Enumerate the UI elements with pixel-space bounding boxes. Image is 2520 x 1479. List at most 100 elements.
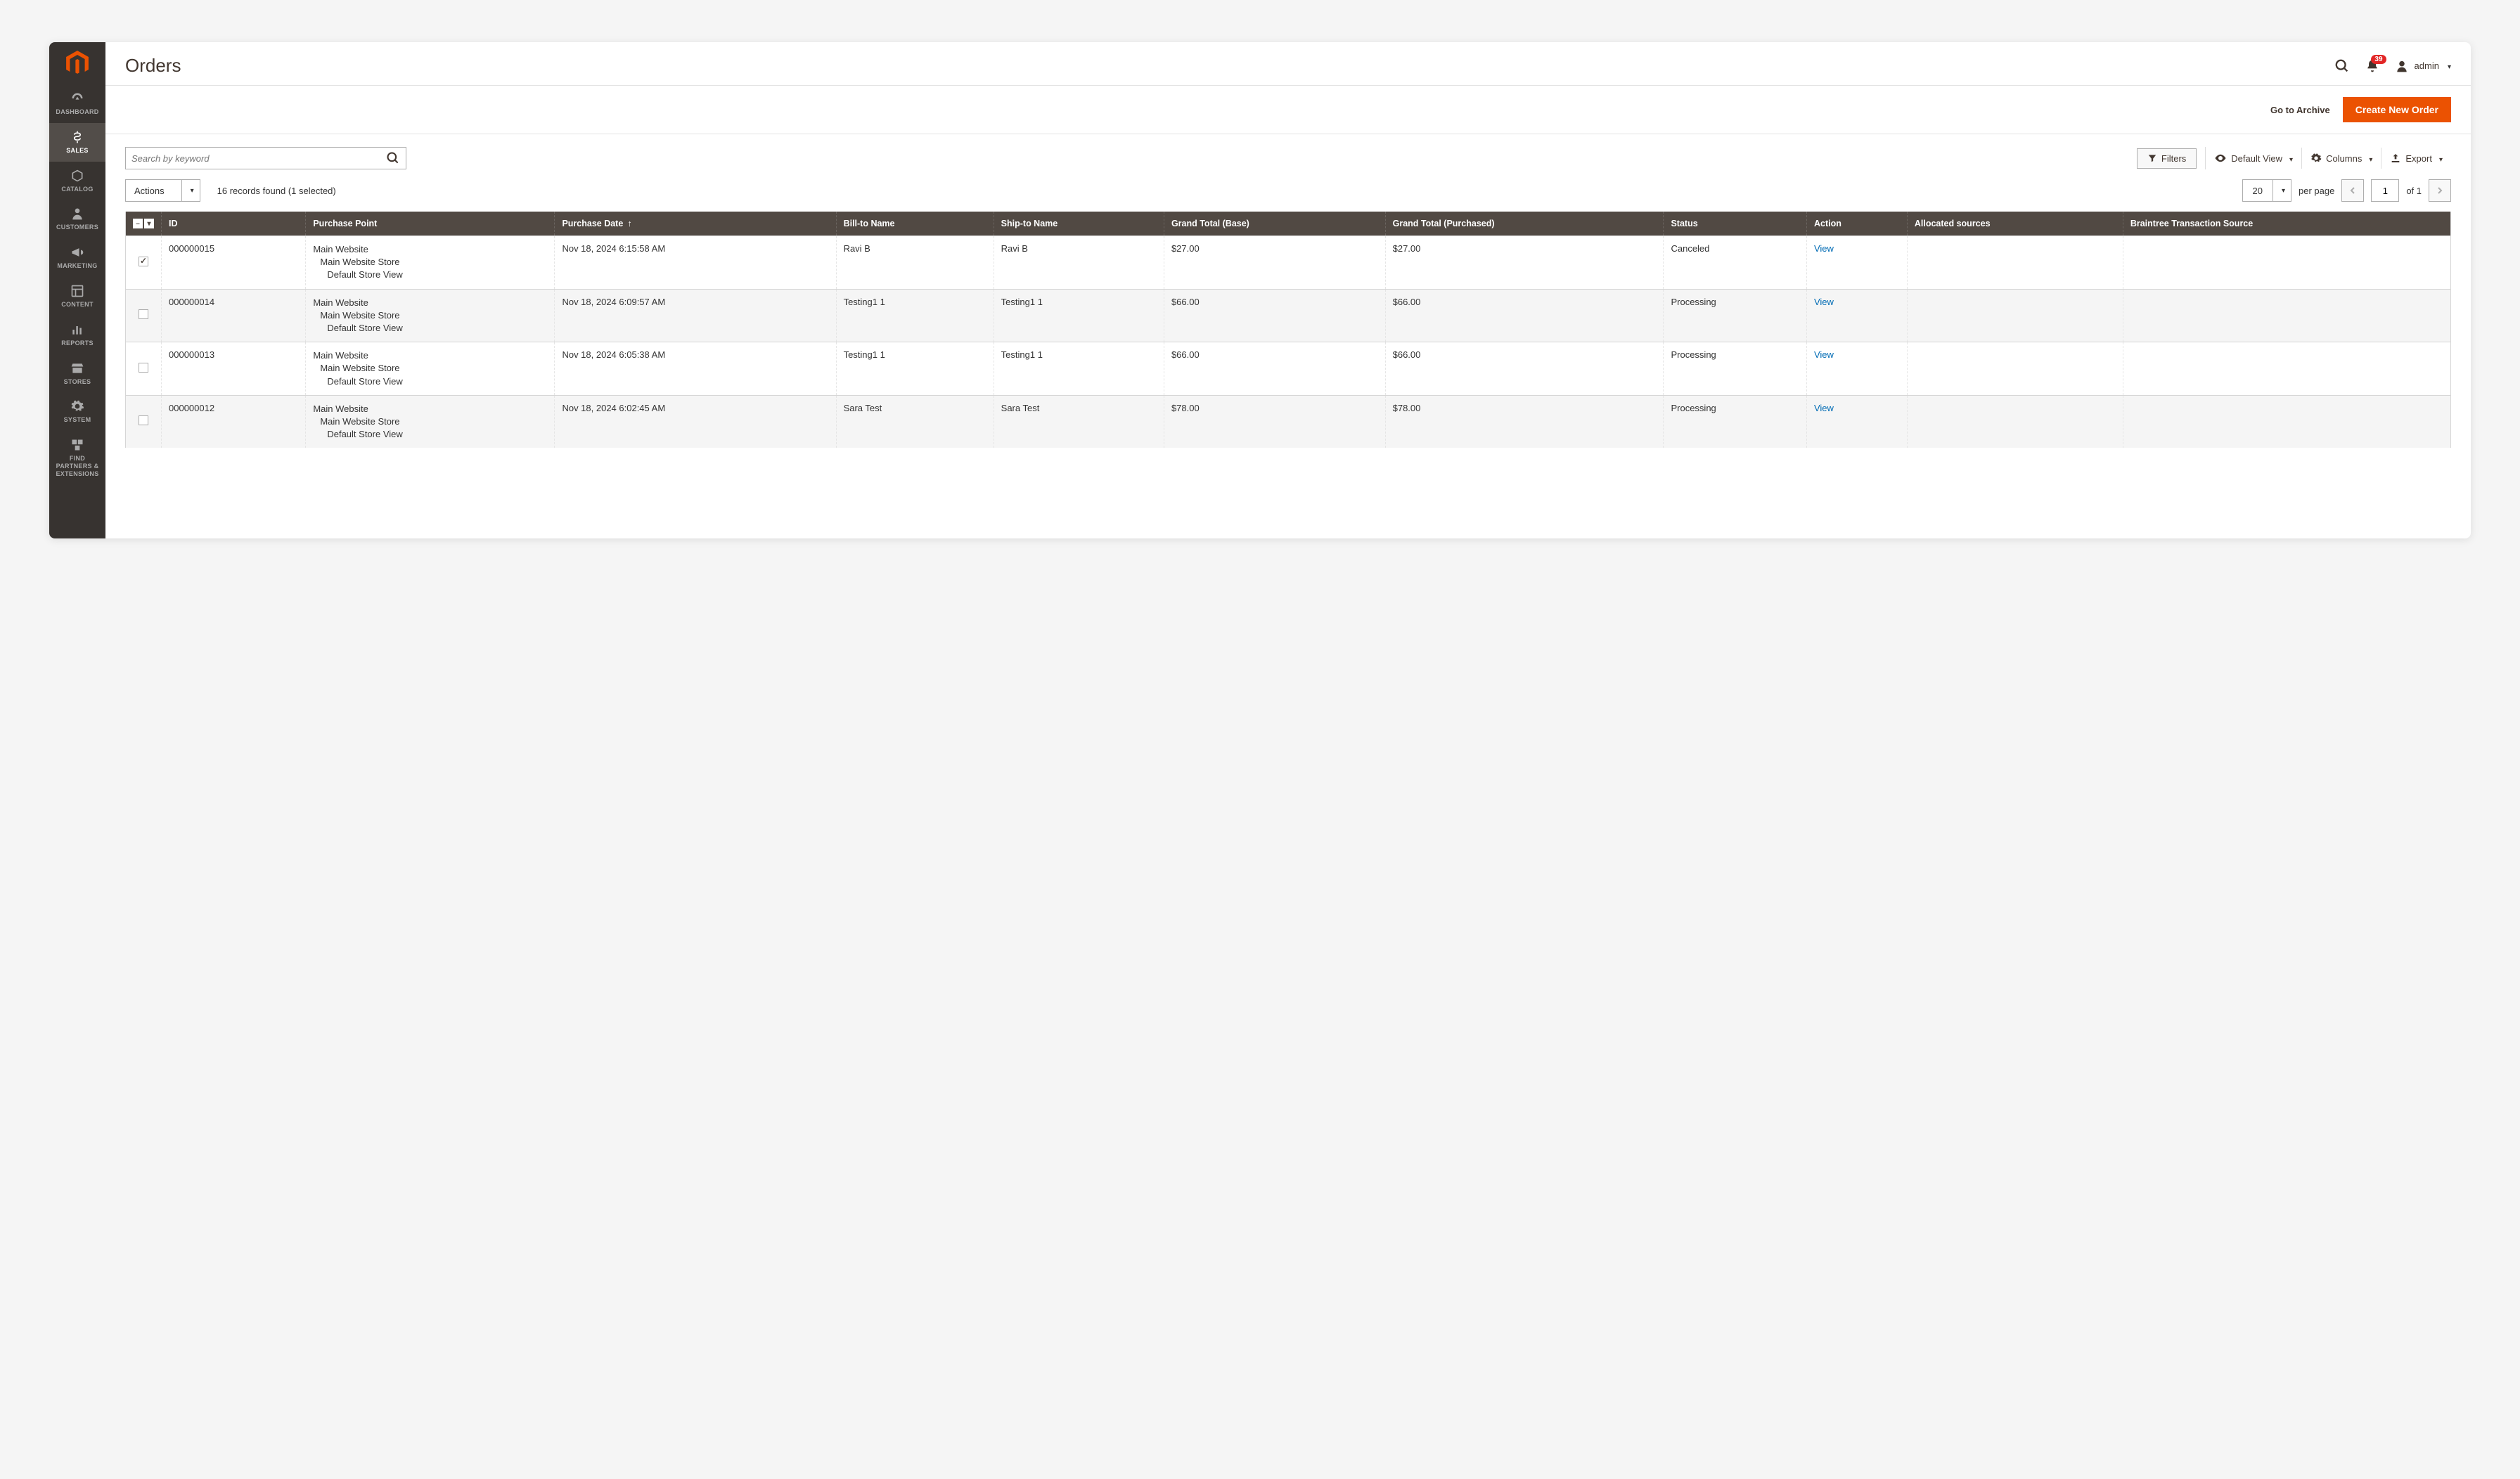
view-link[interactable]: View [1814,403,1834,413]
column-header[interactable]: Braintree Transaction Source [2123,212,2450,236]
cell-base: $27.00 [1164,236,1385,290]
create-new-order-button[interactable]: Create New Order [2343,97,2451,122]
nav-item-content[interactable]: CONTENT [49,277,105,316]
view-link[interactable]: View [1814,349,1834,360]
column-header[interactable]: Purchase Point [306,212,555,236]
column-header[interactable]: ID [162,212,306,236]
export-button[interactable]: Export [2381,148,2451,169]
row-checkbox[interactable] [139,363,148,373]
columns-button[interactable]: Columns [2301,148,2381,169]
nav-item-marketing[interactable]: MARKETING [49,238,105,277]
page-total: of 1 [2406,186,2422,196]
bars-icon [70,323,84,337]
cell-allocated [1907,236,2123,290]
column-header[interactable]: Ship-to Name [994,212,1164,236]
go-to-archive-link[interactable]: Go to Archive [2270,105,2330,115]
cell-id: 000000014 [162,289,306,342]
column-header[interactable]: Purchase Date↑ [555,212,836,236]
search-submit-icon[interactable] [386,151,400,165]
cell-allocated [1907,395,2123,448]
select-all-checkbox[interactable]: –▾ [133,219,154,228]
table-row: 000000014Main WebsiteMain Website StoreD… [126,289,2451,342]
records-count: 16 records found (1 selected) [217,186,336,196]
nav-item-stores[interactable]: STORES [49,354,105,393]
chevron-down-icon [2366,153,2372,164]
actions-dropdown[interactable]: Actions [125,179,200,202]
page-header: Orders 39 admin [105,42,2471,85]
row-checkbox[interactable] [139,415,148,425]
cell-purchase-point: Main WebsiteMain Website StoreDefault St… [306,342,555,396]
layout-icon [70,284,84,298]
filters-button[interactable]: Filters [2137,148,2197,169]
chevron-down-icon [2445,60,2451,71]
nav-item-catalog[interactable]: CATALOG [49,162,105,200]
cell-status: Processing [1664,289,1807,342]
cell-braintree [2123,342,2450,396]
nav-item-reports[interactable]: REPORTS [49,316,105,354]
row-checkbox[interactable] [139,257,148,266]
cell-bill: Testing1 1 [836,289,994,342]
column-header[interactable]: Allocated sources [1907,212,2123,236]
search-input-wrapper [125,147,406,169]
default-view-button[interactable]: Default View [2205,147,2301,169]
cell-status: Processing [1664,395,1807,448]
row-checkbox[interactable] [139,309,148,319]
table-row: 000000013Main WebsiteMain Website StoreD… [126,342,2451,396]
cell-braintree [2123,395,2450,448]
person-icon [70,207,84,221]
search-icon[interactable] [2334,58,2350,74]
cell-purchased: $66.00 [1385,342,1664,396]
column-header[interactable]: Action [1806,212,1907,236]
chevron-down-icon [181,180,200,201]
cell-purchased: $66.00 [1385,289,1664,342]
chevron-down-icon [2287,153,2293,164]
nav-item-sales[interactable]: SALES [49,123,105,162]
cell-base: $66.00 [1164,342,1385,396]
cell-purchase-point: Main WebsiteMain Website StoreDefault St… [306,236,555,290]
cell-date: Nov 18, 2024 6:09:57 AM [555,289,836,342]
nav-item-find[interactable]: FIND PARTNERS & EXTENSIONS [49,431,105,484]
gear-icon [70,399,84,413]
funnel-icon [2147,153,2157,163]
cell-ship: Ravi B [994,236,1164,290]
box-icon [70,169,84,183]
view-link[interactable]: View [1814,297,1834,307]
cell-braintree [2123,236,2450,290]
cell-date: Nov 18, 2024 6:05:38 AM [555,342,836,396]
cell-ship: Testing1 1 [994,342,1164,396]
next-page-button[interactable] [2429,179,2451,202]
cell-id: 000000013 [162,342,306,396]
main-content: Orders 39 admin Go to Archive Create New… [105,42,2471,538]
upload-icon [2390,153,2401,164]
cell-purchase-point: Main WebsiteMain Website StoreDefault St… [306,395,555,448]
action-bar: Go to Archive Create New Order [105,85,2471,134]
magento-logo [63,49,91,77]
chevron-down-icon [2436,153,2443,164]
eye-icon [2214,152,2227,164]
column-header[interactable]: Bill-to Name [836,212,994,236]
gauge-icon [70,91,84,105]
prev-page-button[interactable] [2341,179,2364,202]
table-row: 000000015Main WebsiteMain Website StoreD… [126,236,2451,290]
nav-item-customers[interactable]: CUSTOMERS [49,200,105,238]
user-menu[interactable]: admin [2395,59,2451,73]
cell-date: Nov 18, 2024 6:15:58 AM [555,236,836,290]
boxes-icon [70,438,84,452]
nav-item-dashboard[interactable]: DASHBOARD [49,84,105,123]
search-input[interactable] [131,153,386,164]
view-link[interactable]: View [1814,243,1834,254]
nav-item-system[interactable]: SYSTEM [49,392,105,431]
column-header[interactable]: Grand Total (Base) [1164,212,1385,236]
cell-purchased: $78.00 [1385,395,1664,448]
cell-status: Canceled [1664,236,1807,290]
cell-allocated [1907,342,2123,396]
page-size-select[interactable]: 20 [2242,179,2291,202]
page-input[interactable] [2371,179,2399,202]
cell-bill: Testing1 1 [836,342,994,396]
column-header[interactable]: Status [1664,212,1807,236]
grid-actions-row: Actions 16 records found (1 selected) 20… [105,169,2471,212]
column-header[interactable]: Grand Total (Purchased) [1385,212,1664,236]
notifications-icon[interactable]: 39 [2365,59,2379,73]
storefront-icon [70,361,84,375]
gear-icon [2310,153,2322,164]
